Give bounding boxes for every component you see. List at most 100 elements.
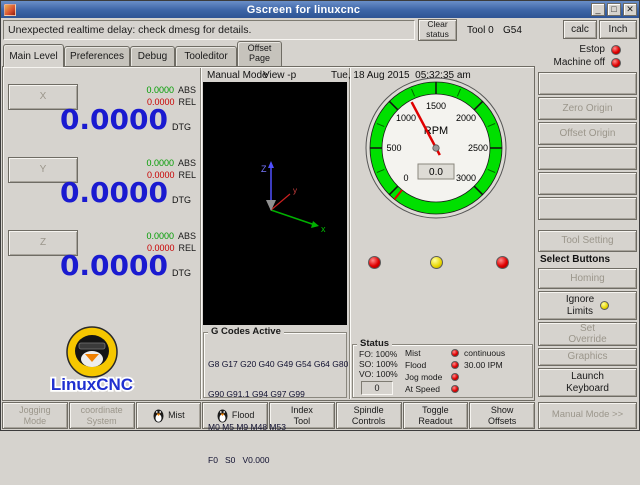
window-icon xyxy=(4,4,16,16)
tool-setting-button[interactable]: Tool Setting xyxy=(538,230,637,252)
rpm-gauge: 0 500 1000 1500 2000 2500 3000 RPM 0.0 xyxy=(360,72,512,224)
tab-tooleditor[interactable]: Tooleditor xyxy=(175,46,237,66)
at-speed-status-row: At Speed xyxy=(405,383,532,395)
mist-status-row: Mist continuous xyxy=(405,347,532,359)
estop-led xyxy=(611,45,621,55)
blank-button-3[interactable] xyxy=(538,172,637,195)
mist-button[interactable]: Mist xyxy=(136,402,202,429)
ignore-limits-led xyxy=(600,301,609,310)
status-title: Status xyxy=(357,338,392,349)
estop-label: Estop xyxy=(579,44,605,55)
gauge-tick-2000: 2000 xyxy=(456,113,476,123)
z-axis-label: Z xyxy=(261,164,267,174)
gauge-tick-1500: 1500 xyxy=(426,101,446,111)
gcodes-title: G Codes Active xyxy=(208,326,284,337)
dro-rel-label: REL xyxy=(178,243,196,253)
mist-label: Mist xyxy=(405,348,451,358)
backplot-view[interactable]: Z x y xyxy=(203,82,347,325)
x-axis-label: x xyxy=(321,224,326,234)
dro-y-dtg-value: 0.0000 xyxy=(10,179,168,207)
show-offsets-button[interactable]: Show Offsets xyxy=(469,402,535,429)
jog-mode-led xyxy=(451,373,459,381)
gauge-tick-1000: 1000 xyxy=(396,113,416,123)
jog-mode-label: Jog mode xyxy=(405,372,451,382)
machine-off-label: Machine off xyxy=(553,57,605,68)
flood-status-row: Flood 30.00 IPM xyxy=(405,359,532,371)
offset-origin-button[interactable]: Offset Origin xyxy=(538,122,637,145)
homing-button[interactable]: Homing xyxy=(538,268,637,289)
tab-debug[interactable]: Debug xyxy=(130,46,175,66)
select-buttons-label: Select Buttons xyxy=(540,254,610,265)
gauge-tick-500: 500 xyxy=(386,143,401,153)
linuxcnc-logo: LinuxCNC xyxy=(36,326,148,396)
zero-origin-button[interactable]: Zero Origin xyxy=(538,97,637,120)
dro-dtg-label: DTG xyxy=(172,122,191,132)
calc-button[interactable]: calc xyxy=(563,20,597,39)
status-message: Unexpected realtime delay: check dmesg f… xyxy=(4,21,414,36)
feed-line: F0 S0 V0.000 xyxy=(208,455,344,465)
machine-off-row[interactable]: Machine off xyxy=(538,57,637,68)
jogging-mode-button[interactable]: Jogging Mode xyxy=(2,402,68,429)
estop-row[interactable]: Estop xyxy=(538,44,637,55)
window-title: Gscreen for linuxcnc xyxy=(16,4,591,16)
pane-separator[interactable] xyxy=(349,68,351,399)
units-button[interactable]: Inch xyxy=(599,20,637,39)
spindle-speed-display: 0 xyxy=(361,381,393,395)
gauge-value: 0.0 xyxy=(429,167,443,178)
dro-y-abs-row: 0.0000ABS xyxy=(80,158,196,168)
velocity-override-label: VO: 100% xyxy=(359,369,398,379)
coordinate-system-button[interactable]: coordinate System xyxy=(69,402,135,429)
tab-offset-page[interactable]: Offset Page xyxy=(237,41,282,66)
titlebar[interactable]: Gscreen for linuxcnc _ □ ✕ xyxy=(1,1,639,18)
coord-system-label: G54 xyxy=(503,25,522,36)
tab-preferences[interactable]: Preferences xyxy=(64,46,130,66)
status-message-box: Unexpected realtime delay: check dmesg f… xyxy=(3,20,415,40)
dro-abs-value: 0.0000 xyxy=(146,231,174,241)
tool-number-label: Tool 0 xyxy=(467,25,494,36)
blank-button-4[interactable] xyxy=(538,197,637,220)
origin-axes-icon: Z x y xyxy=(203,82,347,325)
maximize-button[interactable]: □ xyxy=(607,3,621,16)
at-speed-label: At Speed xyxy=(405,384,451,394)
status-frame: Status FO: 100% SO: 100% VO: 100% 0 Mist… xyxy=(352,344,533,398)
mist-value: continuous xyxy=(464,348,505,358)
gauge-tick-0: 0 xyxy=(403,173,408,183)
blank-button-1[interactable] xyxy=(538,72,637,95)
jog-mode-status-row: Jog mode xyxy=(405,371,532,383)
mist-button-label: Mist xyxy=(168,410,185,420)
gcode-line: G90 G91.1 G94 G97 G99 xyxy=(208,389,344,399)
feed-override-label: FO: 100% xyxy=(359,349,397,359)
tab-main-level[interactable]: Main Level xyxy=(3,44,64,67)
dro-z-dtg-value: 0.0000 xyxy=(10,252,168,280)
dro-x-abs-row: 0.0000 ABS xyxy=(80,85,196,95)
flood-value: 30.00 IPM xyxy=(464,360,503,370)
gauge-tick-2500: 2500 xyxy=(468,143,488,153)
dro-rel-label: REL xyxy=(178,170,196,180)
toggle-readout-button[interactable]: Toggle Readout xyxy=(403,402,469,429)
minimize-button[interactable]: _ xyxy=(591,3,605,16)
penguin-mist-icon xyxy=(152,408,165,423)
dro-abs-label: ABS xyxy=(178,158,196,168)
indicator-led-left xyxy=(368,256,381,269)
gcodes-frame: G Codes Active G8 G17 G20 G40 G49 G54 G6… xyxy=(203,332,347,398)
graphics-button[interactable]: Graphics xyxy=(538,348,637,366)
y-axis-label: y xyxy=(293,186,297,195)
set-override-button[interactable]: Set Override xyxy=(538,322,637,346)
pane-separator[interactable] xyxy=(200,68,202,399)
blank-button-2[interactable] xyxy=(538,147,637,170)
logo-text: LinuxCNC xyxy=(51,375,133,394)
machine-off-led xyxy=(611,58,621,68)
dro-x-dtg-value: 0.0000 xyxy=(10,106,168,134)
spindle-override-label: SO: 100% xyxy=(359,359,398,369)
manual-mode-button[interactable]: Manual Mode >> xyxy=(538,402,637,429)
dro-abs-value: 0.0000 xyxy=(146,85,174,95)
dro-abs-label: ABS xyxy=(178,85,196,95)
close-button[interactable]: ✕ xyxy=(623,3,637,16)
mode-label: Manual Mode xyxy=(207,70,268,81)
at-speed-led xyxy=(451,385,459,393)
ignore-limits-button[interactable]: Ignore Limits xyxy=(538,291,637,320)
launch-keyboard-button[interactable]: Launch Keyboard xyxy=(538,368,637,397)
gauge-tick-3000: 3000 xyxy=(456,173,476,183)
clear-status-button[interactable]: Clear status xyxy=(418,19,457,41)
dro-z-abs-row: 0.0000ABS xyxy=(80,231,196,241)
